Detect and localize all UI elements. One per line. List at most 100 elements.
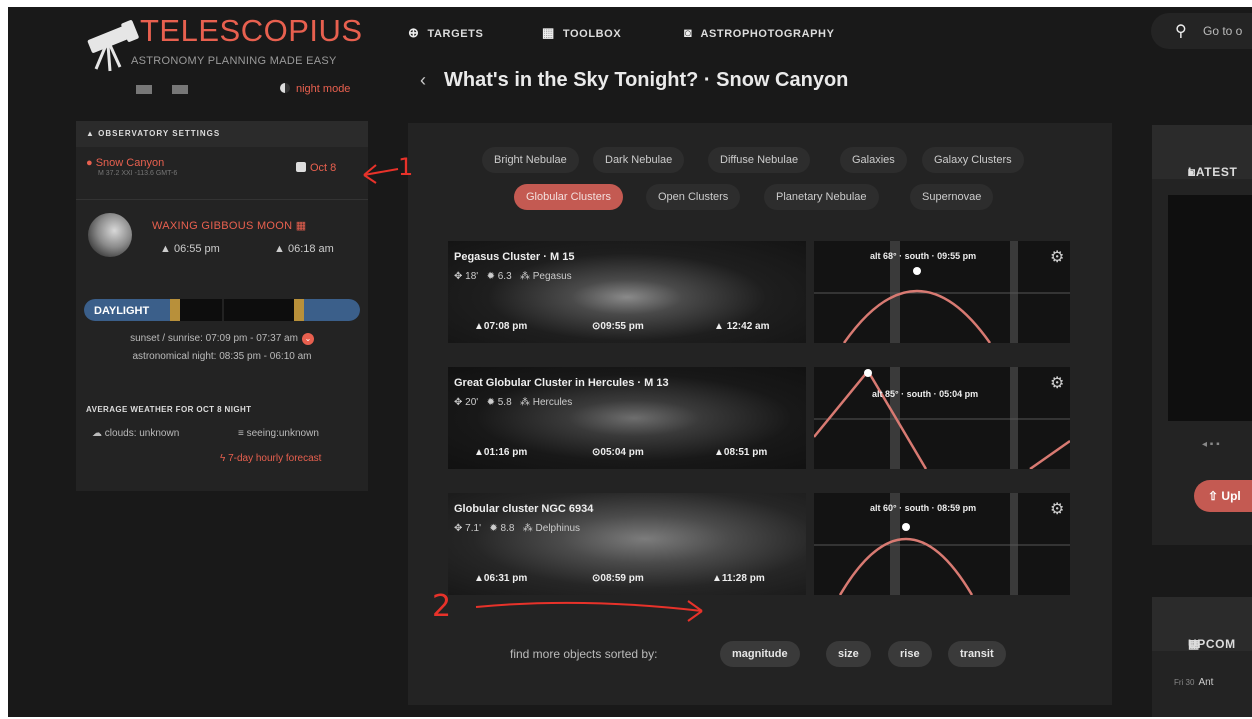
nav-targets-label: TARGETS xyxy=(427,28,484,40)
target-card[interactable]: Globular cluster NGC 6934 ✥ 7.1' ✹ 8.8 ⁂… xyxy=(448,493,1070,596)
size-icon: ✥ xyxy=(454,523,463,534)
target-card[interactable]: Pegasus Cluster · M 15 ✥ 18' ✹ 6.3 ⁂ Peg… xyxy=(448,241,1070,344)
back-chevron-icon[interactable]: ‹ xyxy=(420,70,426,90)
search-icon: ⚲ xyxy=(1175,23,1187,40)
constellation-icon: ⁂ xyxy=(519,271,530,282)
sort-transit-button[interactable]: transit xyxy=(948,641,1006,667)
page-title: ‹ What's in the Sky Tonight? · Snow Canyo… xyxy=(420,69,848,92)
target-image[interactable]: Globular cluster NGC 6934 ✥ 7.1' ✹ 8.8 ⁂… xyxy=(448,493,806,595)
target-size: 18' xyxy=(465,271,479,282)
sort-rise-button[interactable]: rise xyxy=(888,641,932,667)
calendar-icon xyxy=(296,162,306,172)
upcoming-item[interactable]: Fri 30 Ant xyxy=(1174,677,1213,688)
gear-icon[interactable]: ⚙ xyxy=(1050,373,1064,393)
altitude-chart[interactable]: alt 85° · south · 05:04 pm ⚙ xyxy=(813,367,1071,471)
latest-image[interactable] xyxy=(1168,195,1252,421)
logo-title[interactable]: TELESCOPIUS xyxy=(140,13,363,49)
target-name[interactable]: Pegasus Cluster · M 15 xyxy=(454,251,574,263)
altitude-chart[interactable]: alt 68° · south · 09:55 pm ⚙ xyxy=(814,241,1070,344)
twilight-segment xyxy=(170,299,180,321)
size-icon: ✥ xyxy=(454,271,463,282)
gear-icon[interactable]: ⚙ xyxy=(1050,499,1064,519)
chevron-down-icon[interactable]: ⌄ xyxy=(301,333,314,345)
altitude-label: alt 85° · south · 05:04 pm xyxy=(872,389,979,399)
upcoming-header: ▦ UPCOM xyxy=(1152,597,1252,651)
flag-us-icon[interactable] xyxy=(136,85,152,94)
category-diffuse-nebulae[interactable]: Diffuse Nebulae xyxy=(708,147,811,173)
location-name: Snow Canyon xyxy=(95,157,165,169)
annotation-arrow-2 xyxy=(475,600,703,622)
date-label: Oct 8 xyxy=(310,162,337,174)
sort-magnitude-button[interactable]: magnitude xyxy=(720,641,800,667)
constellation-icon: ⁂ xyxy=(522,523,533,534)
gear-icon[interactable]: ⚙ xyxy=(1050,247,1064,267)
sort-size-button[interactable]: size xyxy=(826,641,871,667)
transit-marker xyxy=(913,267,921,275)
target-name[interactable]: Great Globular Cluster in Hercules · M 1… xyxy=(454,377,669,389)
observatory-header-label: OBSERVATORY SETTINGS xyxy=(98,129,221,138)
twilight-segment xyxy=(294,299,304,321)
target-meta: ✥ 18' ✹ 6.3 ⁂ Pegasus xyxy=(454,271,572,282)
nav-toolbox[interactable]: ▦ TOOLBOX xyxy=(542,25,621,41)
seeing-text: seeing:unknown xyxy=(246,428,319,439)
camera-icon: ◙ xyxy=(684,25,693,40)
category-globular-clusters[interactable]: Globular Clusters xyxy=(514,184,623,210)
search-input[interactable]: ⚲ Go to o xyxy=(1151,13,1252,49)
altitude-curve xyxy=(813,367,1071,471)
set-time-value: 12:42 am xyxy=(726,321,770,332)
divider xyxy=(76,199,368,200)
target-card[interactable]: Great Globular Cluster in Hercules · M 1… xyxy=(448,367,1071,471)
search-placeholder: Go to o xyxy=(1203,24,1243,38)
cloud-icon: ☁ xyxy=(92,428,102,439)
target-image[interactable]: Great Globular Cluster in Hercules · M 1… xyxy=(448,367,806,469)
astronomical-night: astronomical night: 08:35 pm - 06:10 am xyxy=(132,351,312,362)
seeing-icon: ≡ xyxy=(238,428,244,439)
transit-time: ⊙09:55 pm xyxy=(592,321,644,332)
upload-button[interactable]: ⇧ Upl xyxy=(1194,480,1252,512)
set-time: ▲11:28 pm xyxy=(712,573,765,584)
carousel-pager[interactable]: ◂ ▪ ▪ xyxy=(1202,439,1220,450)
latest-header-label: LATEST xyxy=(1188,165,1238,179)
date-picker[interactable]: Oct 8 xyxy=(296,162,336,174)
twilight-band xyxy=(1010,241,1018,343)
annotation-number-2: 2 xyxy=(432,589,452,624)
toolbox-icon: ▦ xyxy=(542,25,555,40)
set-time-value: 08:51 pm xyxy=(723,447,768,458)
target-image[interactable]: Pegasus Cluster · M 15 ✥ 18' ✹ 6.3 ⁂ Peg… xyxy=(448,241,806,343)
moon-phase[interactable]: WAXING GIBBOUS MOON ▦ xyxy=(152,219,306,232)
weather-header: AVERAGE WEATHER FOR OCT 8 NIGHT xyxy=(86,405,252,414)
flag-alt-icon[interactable] xyxy=(172,85,188,94)
category-open-clusters[interactable]: Open Clusters xyxy=(646,184,741,210)
rise-time-value: 01:16 pm xyxy=(483,447,528,458)
target-name[interactable]: Globular cluster NGC 6934 xyxy=(454,503,593,515)
rise-time-value: 06:31 pm xyxy=(483,573,528,584)
nav-astrophotography-label: ASTROPHOTOGRAPHY xyxy=(700,28,835,40)
upload-icon: ⇧ xyxy=(1208,489,1219,503)
moon-image xyxy=(88,213,132,257)
set-time: ▲ 12:42 am xyxy=(714,321,770,332)
category-supernovae[interactable]: Supernovae xyxy=(910,184,994,210)
category-planetary-nebulae[interactable]: Planetary Nebulae xyxy=(764,184,879,210)
moon-set: ▲ 06:18 am xyxy=(274,243,334,255)
target-size: 7.1' xyxy=(465,523,481,534)
category-galaxies[interactable]: Galaxies xyxy=(840,147,907,173)
altitude-chart[interactable]: alt 60° · south · 08:59 pm ⚙ xyxy=(814,493,1070,596)
forecast-text: 7-day hourly forecast xyxy=(228,453,322,464)
location-link[interactable]: ● Snow Canyon M 37.2 XXI -113.6 GMT-6 xyxy=(86,157,177,177)
transit-time-value: 05:04 pm xyxy=(600,447,644,458)
target-constellation: Hercules xyxy=(532,397,573,408)
target-constellation: Pegasus xyxy=(532,271,572,282)
target-size: 20' xyxy=(465,397,479,408)
observatory-settings-panel: ▲ OBSERVATORY SETTINGS ● Snow Canyon M 37… xyxy=(76,121,368,491)
upcoming-events-panel: ▦ UPCOM Fri 30 Ant xyxy=(1152,597,1252,717)
nav-targets[interactable]: ⊕ TARGETS xyxy=(408,25,483,41)
night-mode-toggle[interactable]: night mode xyxy=(280,83,350,95)
category-bright-nebulae[interactable]: Bright Nebulae xyxy=(482,147,579,173)
category-dark-nebulae[interactable]: Dark Nebulae xyxy=(593,147,685,173)
forecast-link[interactable]: ϟ 7-day hourly forecast xyxy=(220,453,321,464)
nav-astrophotography[interactable]: ◙ ASTROPHOTOGRAPHY xyxy=(684,25,835,40)
transit-time: ⊙08:59 pm xyxy=(592,573,644,584)
rise-time: ▲01:16 pm xyxy=(474,447,528,458)
category-galaxy-clusters[interactable]: Galaxy Clusters xyxy=(922,147,1024,173)
twilight-band xyxy=(1010,367,1018,469)
